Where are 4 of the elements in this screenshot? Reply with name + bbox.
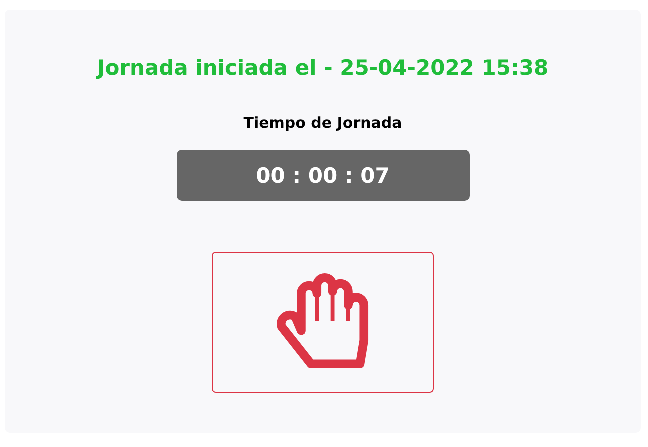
timer-label: Tiempo de Jornada [244,114,402,132]
stop-button[interactable] [212,252,434,393]
shift-start-heading: Jornada iniciada el - 25-04-2022 15:38 [97,56,549,80]
timer-display: 00 : 00 : 07 [176,150,470,201]
